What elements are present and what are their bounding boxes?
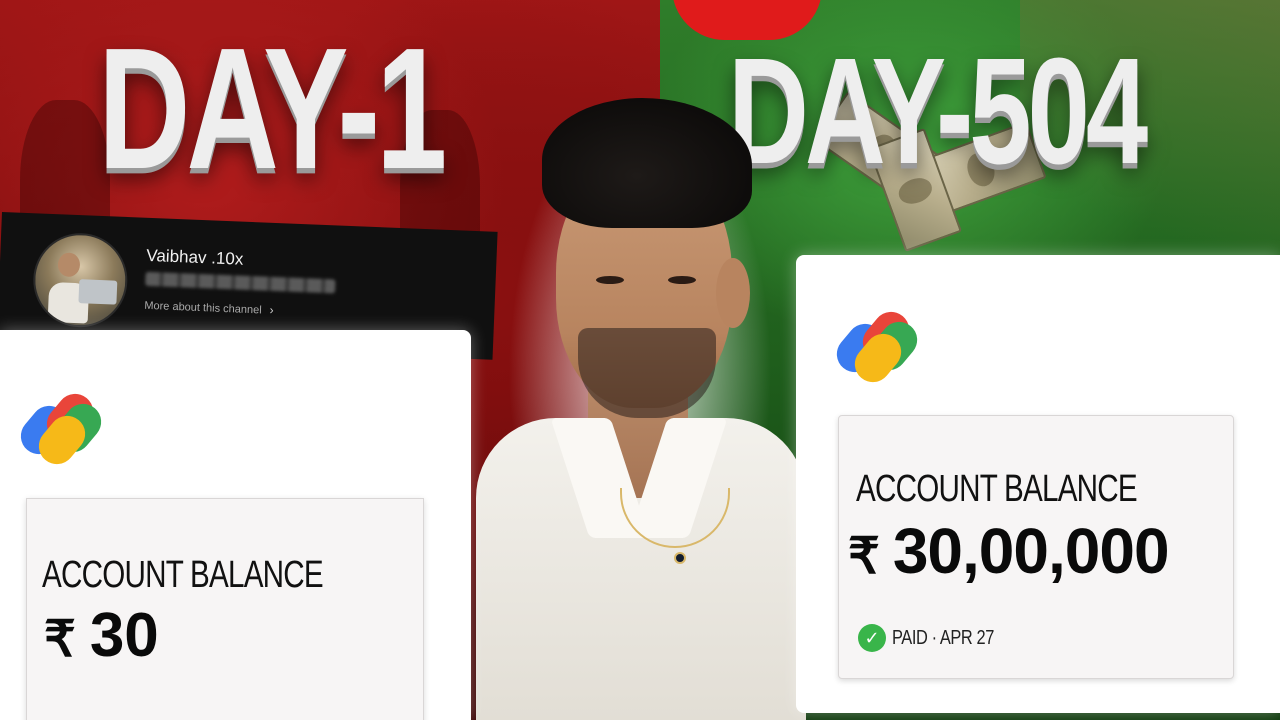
person-eye-right (668, 276, 696, 284)
rupee-symbol: ₹ (848, 528, 880, 584)
channel-subtitle-blurred (145, 271, 336, 294)
headline-day-1: DAY-1 (98, 12, 447, 206)
chevron-right-icon: › (269, 302, 274, 317)
person-ear (716, 258, 750, 328)
more-about-channel-label: More about this channel (144, 299, 262, 317)
paid-status-text: PAID · APR 27 (892, 626, 994, 649)
left-amount-value: 30 (89, 601, 159, 670)
right-amount-value: 30,00,000 (892, 515, 1170, 587)
left-balance-amount: ₹30 (44, 600, 159, 671)
rupee-symbol: ₹ (44, 611, 76, 667)
more-about-channel-link[interactable]: More about this channel › (144, 298, 274, 317)
paid-status: ✓ PAID · APR 27 (858, 624, 1016, 652)
google-pay-icon (13, 386, 109, 472)
channel-name[interactable]: Vaibhav .10x (146, 246, 244, 270)
left-balance-label: ACCOUNT BALANCE (42, 554, 324, 596)
person-hair (542, 98, 752, 228)
right-balance-label: ACCOUNT BALANCE (856, 468, 1138, 510)
avatar-head (57, 252, 81, 278)
evil-eye-pendant-icon (674, 552, 686, 564)
right-balance-amount: ₹30,00,000 (848, 514, 1170, 588)
check-circle-icon: ✓ (858, 624, 886, 652)
laptop-icon (78, 279, 118, 305)
person-photo (470, 88, 810, 720)
channel-avatar[interactable] (31, 231, 130, 330)
person-eye-left (596, 276, 624, 284)
google-pay-icon (829, 304, 925, 390)
